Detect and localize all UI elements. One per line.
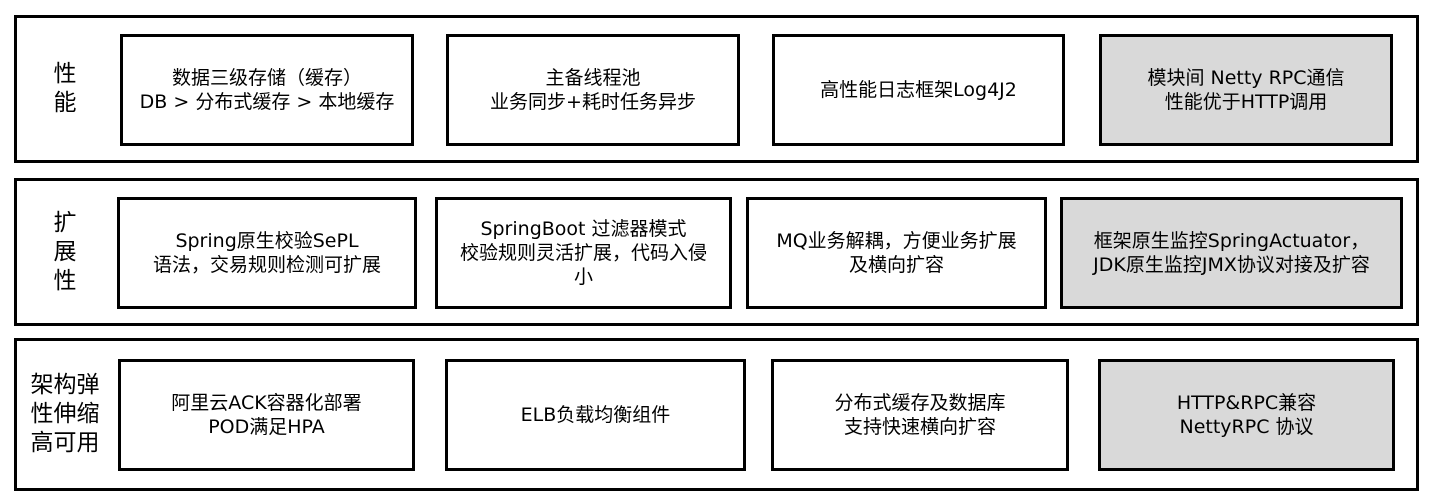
row-label-elastic-ha: 架构弹 性伸缩 高可用 xyxy=(30,372,100,456)
row-label-extensibility: 扩 展 性 xyxy=(53,209,77,294)
box-elb: ELB负载均衡组件 xyxy=(445,359,746,471)
box-three-tier-storage: 数据三级存储（缓存） DB > 分布式缓存 > 本地缓存 xyxy=(120,34,414,146)
box-spring-validation: Spring原生校验SePL 语法，交易规则检测可扩展 xyxy=(117,197,417,309)
box-log4j2: 高性能日志框架Log4J2 xyxy=(772,34,1065,146)
box-distributed-scale: 分布式缓存及数据库 支持快速横向扩容 xyxy=(771,359,1069,471)
box-mq-decoupling: MQ业务解耦，方便业务扩展 及横向扩容 xyxy=(746,197,1047,309)
row-elastic-ha: 架构弹 性伸缩 高可用 阿里云ACK容器化部署 POD满足HPA ELB负载均衡… xyxy=(14,338,1419,491)
row-performance: 性 能 数据三级存储（缓存） DB > 分布式缓存 > 本地缓存 主备线程池 业… xyxy=(14,15,1419,163)
row-extensibility: 扩 展 性 Spring原生校验SePL 语法，交易规则检测可扩展 Spring… xyxy=(14,178,1419,326)
box-filter-pattern: SpringBoot 过滤器模式 校验规则灵活扩展，代码入侵 小 xyxy=(435,197,732,309)
box-monitoring: 框架原生监控SpringActuator， JDK原生监控JMX协议对接及扩容 xyxy=(1060,197,1403,309)
box-thread-pool: 主备线程池 业务同步+耗时任务异步 xyxy=(446,34,740,146)
box-ack-container: 阿里云ACK容器化部署 POD满足HPA xyxy=(118,359,415,471)
row-label-performance: 性 能 xyxy=(53,61,77,116)
box-netty-rpc: 模块间 Netty RPC通信 性能优于HTTP调用 xyxy=(1099,34,1393,146)
box-http-rpc: HTTP&RPC兼容 NettyRPC 协议 xyxy=(1098,359,1395,471)
